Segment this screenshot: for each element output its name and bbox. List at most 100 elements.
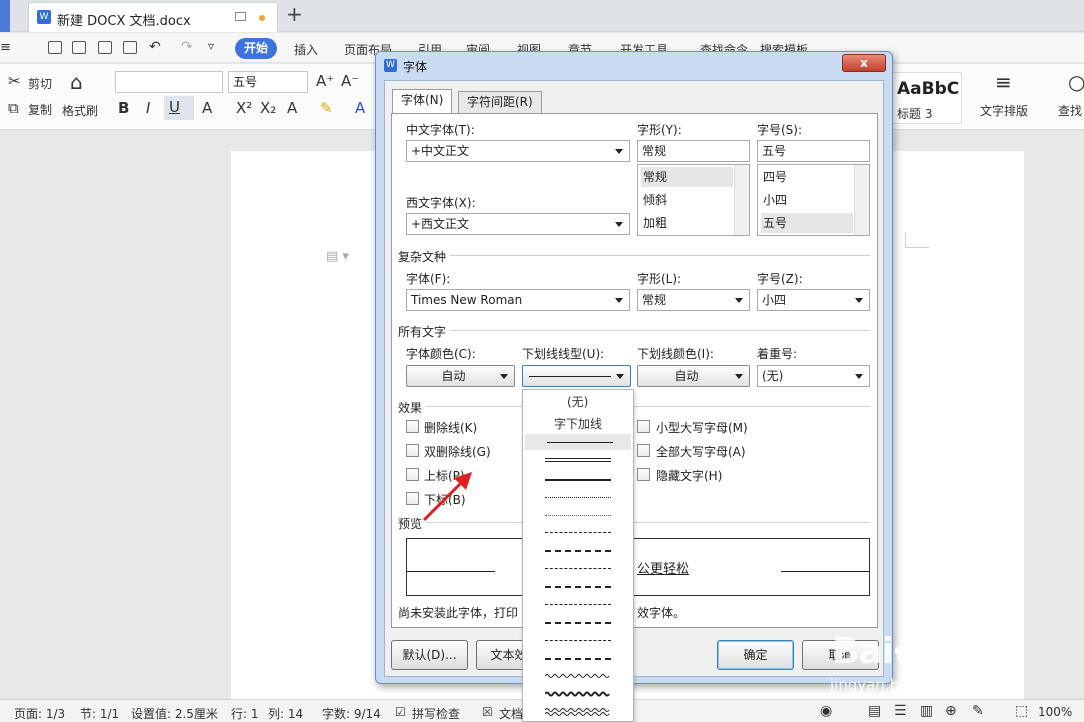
cn-font-select[interactable]: +中文正文 [406, 140, 630, 162]
doc-check-icon[interactable]: ☒ [482, 705, 493, 719]
list-item[interactable]: 小四 [761, 190, 853, 210]
bold-icon[interactable]: B [118, 99, 129, 117]
reading-view-icon[interactable]: ▥ [920, 703, 933, 719]
print-icon[interactable] [98, 41, 112, 54]
file-menu-icon[interactable]: ≡ [0, 40, 11, 55]
underline-type-button[interactable] [522, 365, 631, 387]
small-caps-label[interactable]: 小型大写字母(M) [656, 419, 748, 436]
dialog-close-button[interactable]: x [842, 54, 886, 72]
underline-option-dot-dot-dash[interactable] [545, 640, 611, 641]
underline-option-dot-dot-dash-heavy[interactable] [545, 658, 611, 660]
font-name-combo[interactable] [115, 71, 223, 93]
tab-insert[interactable]: 插入 [294, 41, 318, 58]
font-size-input[interactable]: 五号 [757, 140, 870, 162]
web-view-icon[interactable]: ⊕ [945, 703, 957, 719]
tab-start[interactable]: 开始 [235, 38, 277, 59]
setting-value[interactable]: 设置值: 2.5厘米 [131, 705, 218, 722]
app-menu-strip[interactable] [0, 0, 10, 32]
text-layout-icon[interactable]: ≡ [995, 70, 1012, 94]
subscript-icon[interactable]: X₂ [260, 99, 276, 117]
underline-option-dot-dash[interactable] [545, 604, 611, 605]
list-item[interactable]: 常规 [641, 167, 733, 187]
underline-option-dotted[interactable] [545, 497, 611, 498]
underline-option-long-dash-heavy[interactable] [545, 586, 611, 588]
fit-window-icon[interactable]: ⬚ [1015, 703, 1028, 719]
underline-option-dot-dash-heavy[interactable] [545, 622, 611, 624]
hidden-text-checkbox[interactable] [637, 468, 650, 481]
cx-font-select[interactable]: Times New Roman [406, 289, 630, 311]
double-strikethrough-label[interactable]: 双删除线(G) [424, 443, 491, 460]
strikethrough-label[interactable]: 删除线(K) [424, 419, 477, 436]
char-shading-icon[interactable]: A [287, 99, 297, 117]
zoom-level[interactable]: 100% [1038, 705, 1072, 719]
find-button[interactable]: 查找 [1058, 102, 1082, 119]
font-color-icon[interactable]: A [355, 99, 365, 117]
font-style-input[interactable]: 常规 [637, 140, 750, 162]
superscript-icon[interactable]: X² [236, 99, 252, 117]
underline-option-words[interactable]: 字下加线 [554, 415, 602, 432]
cut-button[interactable]: 剪切 [28, 75, 52, 92]
font-color-button[interactable]: 自动 [406, 365, 515, 387]
scissors-icon[interactable]: ✂ [8, 72, 21, 90]
cx-style-select[interactable]: 常规 [637, 289, 750, 311]
small-caps-checkbox[interactable] [637, 420, 650, 433]
scrollbar[interactable] [854, 165, 869, 235]
export-icon[interactable] [72, 41, 86, 54]
print-preview-icon[interactable] [123, 41, 137, 54]
page-indicator[interactable]: 页面: 1/3 [14, 705, 65, 722]
text-effect-icon[interactable]: A [202, 99, 212, 117]
document-tab[interactable]: W 新建 DOCX 文档.docx [28, 2, 278, 32]
font-size-list[interactable]: 四号 小四 五号 [757, 164, 870, 236]
spell-check-icon[interactable]: ☑ [395, 705, 406, 719]
format-painter-button[interactable]: 格式刷 [62, 102, 98, 119]
customize-toolbar-icon[interactable]: ▿ [208, 39, 214, 53]
italic-icon[interactable]: I [146, 99, 150, 117]
hidden-text-label[interactable]: 隐藏文字(H) [656, 467, 722, 484]
font-style-list[interactable]: 常规 倾斜 加粗 [637, 164, 750, 236]
underline-option-long-dash[interactable] [545, 568, 611, 569]
copy-icon[interactable]: ⧉ [8, 99, 19, 117]
underline-option-dashed[interactable] [545, 532, 611, 533]
double-strikethrough-checkbox[interactable] [406, 444, 419, 457]
shrink-font-icon[interactable]: A⁻ [341, 72, 359, 90]
underline-option-dashed-heavy[interactable] [545, 550, 611, 552]
tab-char-spacing[interactable]: 字符间距(R) [458, 91, 542, 113]
section-indicator[interactable]: 节: 1/1 [80, 705, 119, 722]
spell-check-button[interactable]: 拼写检查 [412, 705, 460, 722]
underline-option-double[interactable] [545, 458, 611, 462]
word-count[interactable]: 字数: 9/14 [322, 705, 381, 722]
redo-icon[interactable]: ↷ [181, 39, 193, 55]
all-caps-label[interactable]: 全部大写字母(A) [656, 443, 746, 460]
text-layout-button[interactable]: 文字排版 [980, 102, 1028, 119]
underline-icon[interactable]: U [164, 96, 194, 120]
underline-option-waves[interactable] [545, 672, 611, 722]
highlight-icon[interactable]: ✎ [320, 99, 333, 117]
list-item[interactable]: 加粗 [641, 213, 733, 233]
underline-option-thick[interactable] [545, 479, 611, 481]
undo-icon[interactable]: ↶ [149, 39, 161, 55]
strikethrough-checkbox[interactable] [406, 420, 419, 433]
page-view-icon[interactable]: ▤ [868, 703, 881, 719]
document-paragraph-icon[interactable]: ▤ ▾ [326, 249, 349, 264]
font-size-combo[interactable]: 五号 [228, 71, 308, 93]
copy-button[interactable]: 复制 [28, 101, 52, 118]
float-window-icon[interactable] [235, 12, 246, 21]
tab-font[interactable]: 字体(N) [392, 89, 453, 113]
underline-option-none[interactable]: (无) [567, 393, 588, 410]
outline-view-icon[interactable]: ☰ [894, 703, 907, 719]
ok-button[interactable]: 确定 [717, 640, 794, 670]
west-font-select[interactable]: +西文正文 [406, 213, 630, 235]
all-caps-checkbox[interactable] [637, 444, 650, 457]
cx-size-select[interactable]: 小四 [757, 289, 870, 311]
grow-font-icon[interactable]: A⁺ [316, 72, 334, 90]
new-tab-button[interactable]: + [286, 4, 306, 26]
list-item[interactable]: 四号 [761, 167, 853, 187]
format-painter-icon[interactable]: ⌂ [70, 70, 83, 94]
doc-check-button[interactable]: 文档 [499, 705, 523, 722]
underline-option-dotted-fine[interactable] [545, 515, 611, 516]
save-icon[interactable] [48, 41, 62, 54]
underline-color-button[interactable]: 自动 [637, 365, 750, 387]
list-item[interactable]: 倾斜 [641, 190, 733, 210]
eye-protect-icon[interactable]: ◉ [820, 703, 832, 719]
emphasis-select[interactable]: (无) [757, 365, 870, 387]
